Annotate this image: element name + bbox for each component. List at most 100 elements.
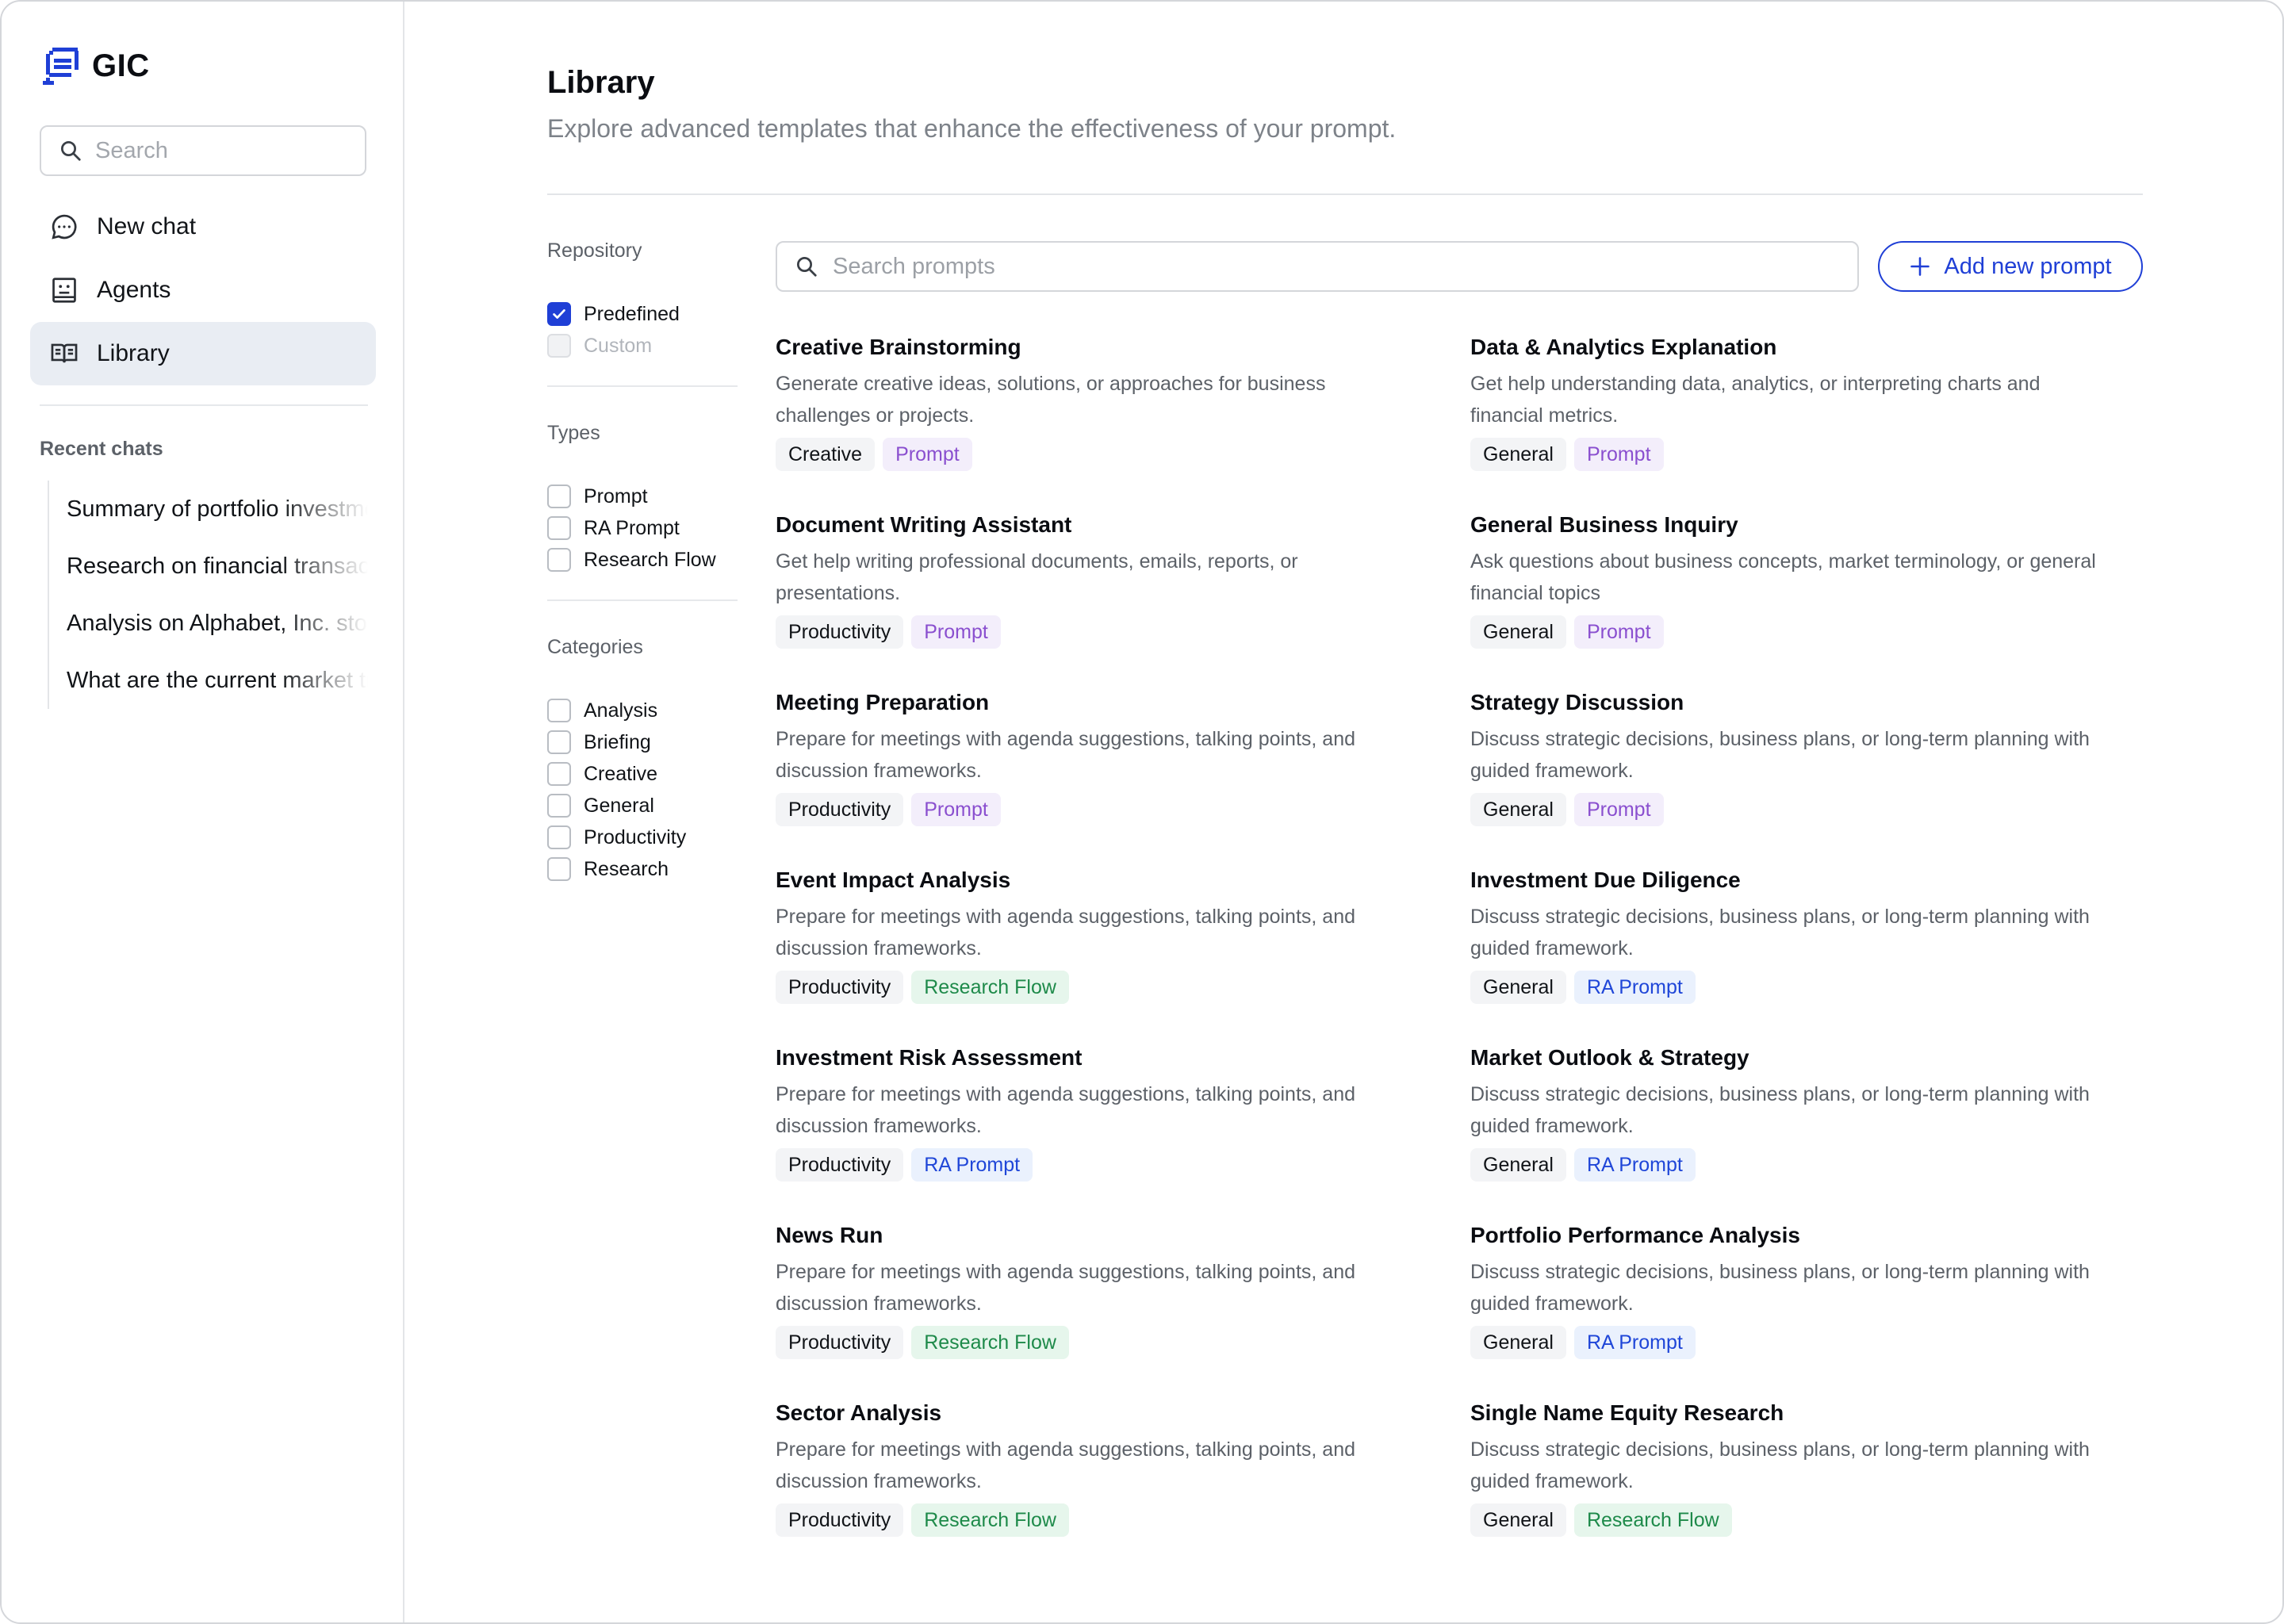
type-tag: Prompt: [1573, 793, 1664, 826]
filter-option-research[interactable]: Research: [547, 853, 738, 885]
type-tag: Research Flow: [1573, 1503, 1732, 1537]
sidebar-nav: New chat Agents Library: [30, 195, 376, 385]
type-tag: RA Prompt: [911, 1148, 1033, 1182]
prompt-card-tags: Productivity Prompt: [776, 615, 1410, 649]
filter-option-predefined[interactable]: Predefined: [547, 298, 738, 330]
checkbox[interactable]: [547, 485, 571, 508]
search-icon: [797, 257, 817, 277]
checkbox[interactable]: [547, 762, 571, 786]
prompt-card-description: Prepare for meetings with agenda suggest…: [776, 1438, 1356, 1492]
add-new-prompt-button[interactable]: Add new prompt: [1878, 241, 2143, 292]
category-tag: Productivity: [776, 1148, 904, 1182]
prompt-card[interactable]: Investment Risk Assessment Prepare for me…: [776, 1042, 1410, 1208]
prompt-card-title: Sector Analysis: [776, 1400, 942, 1425]
category-tag: General: [1470, 793, 1566, 826]
prompt-card[interactable]: Investment Due Diligence Discuss strategi…: [1470, 864, 2105, 1031]
type-tag: Research Flow: [911, 1503, 1069, 1537]
prompt-card-description: Prepare for meetings with agenda suggest…: [776, 1083, 1356, 1137]
checkbox[interactable]: [547, 548, 571, 572]
prompt-card[interactable]: Data & Analytics Explanation Get help und…: [1470, 331, 2105, 498]
prompt-card[interactable]: Event Impact Analysis Prepare for meeting…: [776, 864, 1410, 1031]
recent-chat-item[interactable]: What are the current market trends: [49, 652, 368, 709]
category-tag: Productivity: [776, 971, 904, 1004]
prompt-card-tags: Productivity RA Prompt: [776, 1148, 1410, 1182]
prompt-card-title: Strategy Discussion: [1470, 690, 1684, 714]
prompt-search[interactable]: [776, 241, 1859, 292]
prompt-card-tags: Productivity Prompt: [776, 793, 1410, 826]
type-tag: Prompt: [1573, 438, 1664, 471]
checkbox-checked[interactable]: [547, 302, 571, 326]
prompt-card-title: Portfolio Performance Analysis: [1470, 1223, 1800, 1247]
prompt-card-title: Event Impact Analysis: [776, 868, 1011, 892]
filter-option-custom: Custom: [547, 330, 738, 362]
type-tag: Research Flow: [911, 1326, 1069, 1359]
checkbox[interactable]: [547, 699, 571, 722]
nav-item-new-chat[interactable]: New chat: [30, 195, 376, 259]
prompt-card[interactable]: Document Writing Assistant Get help writi…: [776, 509, 1410, 676]
filter-option-label: Productivity: [584, 825, 687, 848]
filter-option-analysis[interactable]: Analysis: [547, 695, 738, 726]
filters-panel: Repository Predefined Custom Types Promp…: [547, 239, 738, 885]
prompt-card[interactable]: Meeting Preparation Prepare for meetings …: [776, 687, 1410, 853]
page-title: Library: [547, 65, 655, 100]
recent-chat-item[interactable]: Summary of portfolio investments: [49, 481, 368, 538]
type-tag: RA Prompt: [1573, 971, 1696, 1004]
nav-label: Library: [97, 340, 170, 366]
category-tag: General: [1470, 1148, 1566, 1182]
checkbox[interactable]: [547, 857, 571, 881]
logo[interactable]: GIC: [43, 46, 150, 86]
prompt-card-tags: General RA Prompt: [1470, 1148, 2105, 1182]
filter-option-research-flow[interactable]: Research Flow: [547, 544, 738, 576]
prompt-card-tags: Productivity Research Flow: [776, 1503, 1410, 1537]
recent-chat-item[interactable]: Research on financial transactions: [49, 538, 368, 595]
main-content: Library Explore advanced templates that …: [547, 2, 2143, 1622]
filter-option-label: Briefing: [584, 730, 651, 753]
filter-group-repository: Repository Predefined Custom: [547, 239, 738, 362]
filter-option-general[interactable]: General: [547, 790, 738, 822]
prompt-card[interactable]: General Business Inquiry Ask questions ab…: [1470, 509, 2105, 676]
recent-chats-list: Summary of portfolio investments Researc…: [48, 481, 368, 709]
prompt-card[interactable]: Strategy Discussion Discuss strategic dec…: [1470, 687, 2105, 853]
recent-chat-item[interactable]: Analysis on Alphabet, Inc. stock: [49, 595, 368, 652]
filter-option-prompt[interactable]: Prompt: [547, 481, 738, 512]
type-tag: Prompt: [1573, 615, 1664, 649]
prompt-card[interactable]: Market Outlook & Strategy Discuss strateg…: [1470, 1042, 2105, 1208]
filter-option-creative[interactable]: Creative: [547, 758, 738, 790]
checkbox[interactable]: [547, 794, 571, 818]
prompt-card-tags: Creative Prompt: [776, 438, 1410, 471]
filter-option-productivity[interactable]: Productivity: [547, 822, 738, 853]
prompt-search-input[interactable]: [833, 253, 1832, 280]
nav-item-library[interactable]: Library: [30, 322, 376, 385]
filter-option-label: Creative: [584, 762, 658, 785]
sidebar-search[interactable]: [40, 125, 366, 176]
checkbox[interactable]: [547, 730, 571, 754]
prompt-card[interactable]: News Run Prepare for meetings with agenda…: [776, 1220, 1410, 1386]
search-icon: [61, 141, 81, 161]
category-tag: General: [1470, 615, 1566, 649]
category-tag: Productivity: [776, 793, 904, 826]
prompt-card-description: Get help understanding data, analytics, …: [1470, 373, 2041, 427]
checkbox[interactable]: [547, 516, 571, 540]
prompt-card[interactable]: Single Name Equity Research Discuss strat…: [1470, 1397, 2105, 1564]
sidebar-search-input[interactable]: [95, 137, 349, 164]
prompt-card-title: Document Writing Assistant: [776, 512, 1072, 537]
filter-option-label: RA Prompt: [584, 516, 680, 539]
nav-item-agents[interactable]: Agents: [30, 259, 376, 322]
category-tag: General: [1470, 438, 1566, 471]
prompt-card-description: Prepare for meetings with agenda suggest…: [776, 906, 1356, 959]
prompt-card[interactable]: Sector Analysis Prepare for meetings with…: [776, 1397, 1410, 1564]
type-tag: RA Prompt: [1573, 1326, 1696, 1359]
filter-option-briefing[interactable]: Briefing: [547, 726, 738, 758]
prompt-card[interactable]: Creative Brainstorming Generate creative …: [776, 331, 1410, 498]
filter-option-label: Custom: [584, 334, 653, 357]
filter-option-ra-prompt[interactable]: RA Prompt: [547, 512, 738, 544]
checkbox-disabled: [547, 334, 571, 358]
chat-bubble-icon: [52, 214, 77, 239]
prompt-card-title: Creative Brainstorming: [776, 335, 1021, 359]
category-tag: Creative: [776, 438, 876, 471]
prompt-card[interactable]: Portfolio Performance Analysis Discuss st…: [1470, 1220, 2105, 1386]
prompt-card-tags: General Prompt: [1470, 438, 2105, 471]
sidebar: GIC New chat Agents: [2, 2, 404, 1622]
page-subtitle: Explore advanced templates that enhance …: [547, 114, 1397, 143]
checkbox[interactable]: [547, 825, 571, 849]
